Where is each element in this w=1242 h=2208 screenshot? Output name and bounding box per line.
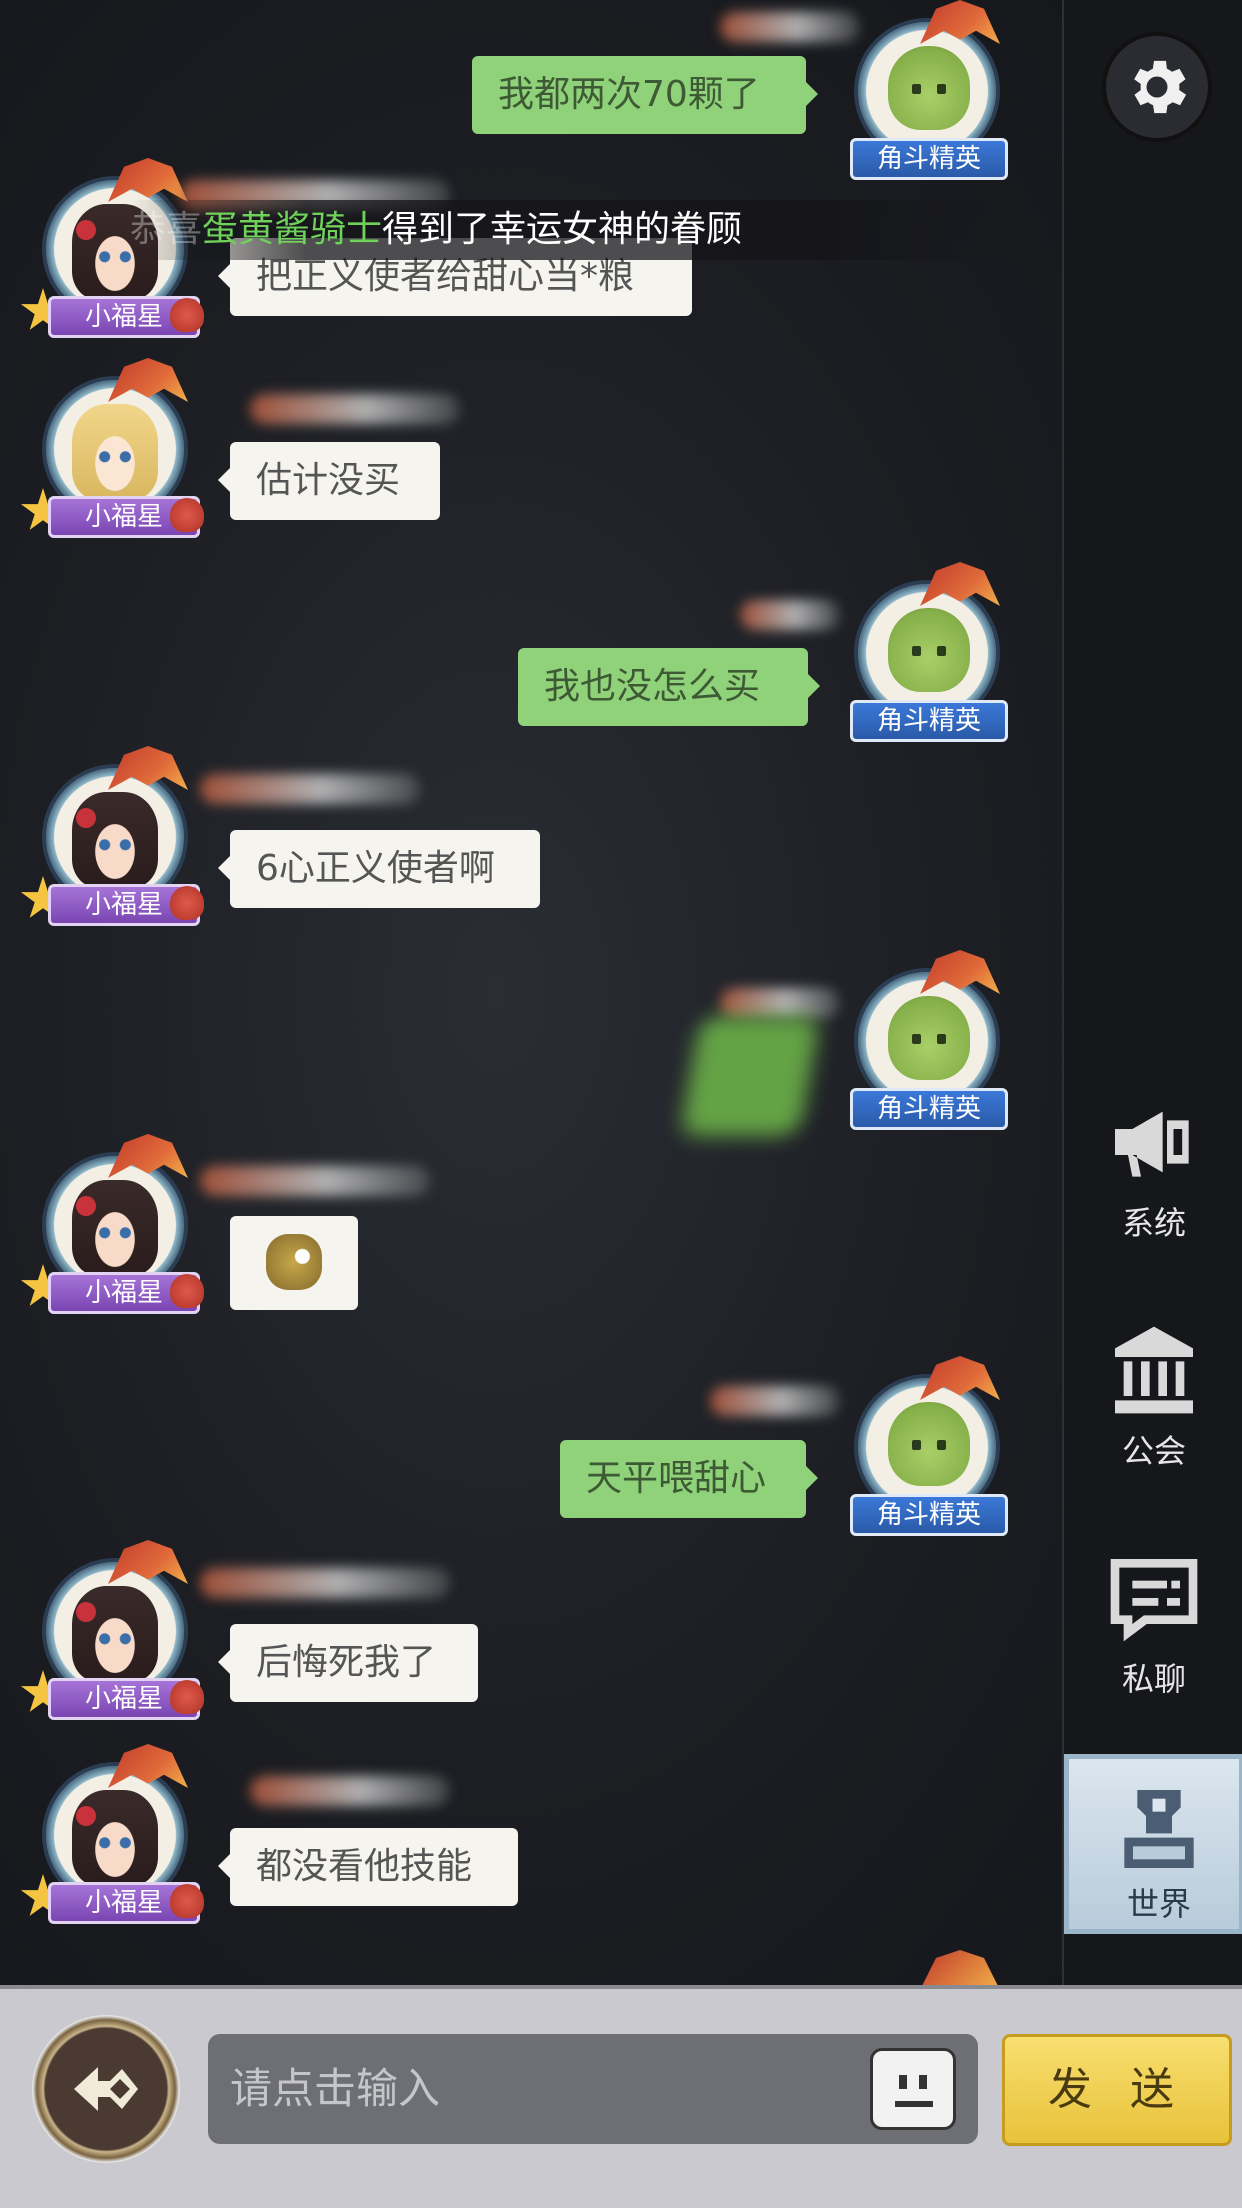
banner-player-name[interactable]: 蛋黄酱骑士 — [202, 209, 382, 250]
player-name-blurred — [720, 988, 840, 1018]
flower-icon — [76, 1806, 96, 1826]
ribbon-icon — [108, 358, 188, 402]
chat-bubble: 我也没怎么买 — [518, 648, 820, 726]
ribbon-icon — [920, 1950, 1000, 1985]
crab-icon — [170, 1680, 204, 1714]
smiley-face-icon — [895, 2101, 933, 2107]
rank-badge: 角斗精英 — [850, 1494, 1008, 1536]
girl-avatar-icon — [72, 1790, 158, 1886]
message-left: 小福星 — [20, 358, 230, 548]
message-left: 小福星 — [20, 746, 230, 936]
gear-icon — [1134, 60, 1187, 114]
tab-private-chat[interactable]: 私聊 — [1064, 1546, 1242, 1726]
message-right: 角斗精英 — [832, 950, 1062, 1140]
critter-sticker-icon — [266, 1234, 322, 1290]
avatar[interactable]: 小福星 — [20, 358, 210, 548]
avatar[interactable]: 角斗精英 — [832, 562, 1022, 752]
flower-icon — [76, 808, 96, 828]
rank-badge: 角斗精英 — [850, 138, 1008, 180]
sticker-message — [230, 1216, 358, 1310]
crab-icon — [170, 298, 204, 332]
world-tower-icon — [1124, 1790, 1194, 1868]
avatar[interactable]: 角斗精英 — [832, 950, 1022, 1140]
banner-message: 得到了幸运女神的眷顾 — [382, 209, 743, 250]
flower-icon — [76, 220, 96, 240]
player-name-blurred — [250, 1776, 450, 1806]
guild-hall-icon — [1115, 1326, 1193, 1414]
back-button[interactable] — [32, 2015, 180, 2163]
rank-badge: 角斗精英 — [850, 1088, 1008, 1130]
avatar[interactable]: 角斗精英 — [832, 0, 1022, 190]
settings-button[interactable] — [1102, 32, 1212, 142]
girl-avatar-icon — [72, 792, 158, 888]
tab-world[interactable]: 世界 — [1064, 1754, 1242, 1934]
chat-bubble: 天平喂甜心 — [560, 1440, 818, 1518]
flower-icon — [76, 1196, 96, 1216]
tab-label: 世界 — [1126, 1885, 1191, 1923]
input-bar: 请点击输入 发 送 — [0, 1985, 1242, 2208]
avatar[interactable]: 小福星 — [20, 1134, 210, 1324]
flower-icon — [76, 1602, 96, 1622]
player-name-blurred — [740, 600, 840, 630]
message-left: 小福星 — [20, 1744, 230, 1934]
back-arrow-icon — [74, 2067, 138, 2111]
avatar[interactable]: 小福星 — [20, 1540, 210, 1730]
rank-badge: 角斗精英 — [850, 700, 1008, 742]
system-announcement: 恭喜蛋黄酱骑士得到了幸运女神的眷顾 — [130, 200, 1010, 260]
player-name-blurred — [720, 12, 860, 42]
chat-bubble: 后悔死我了 — [218, 1624, 478, 1702]
slime-avatar-icon — [888, 46, 970, 130]
banner-prefix: 恭喜 — [130, 209, 203, 250]
slime-avatar-icon — [888, 1402, 970, 1486]
player-name-blurred — [200, 1568, 450, 1598]
message-left: 小福星 — [20, 1540, 230, 1730]
player-name-blurred — [710, 1386, 840, 1416]
avatar[interactable]: 小福星 — [20, 746, 210, 936]
channel-sidebar: 系统 公会 私聊 世界 — [1062, 0, 1242, 1985]
megaphone-icon — [1115, 1111, 1189, 1177]
girl-avatar-icon — [72, 1586, 158, 1682]
crab-icon — [170, 1274, 204, 1308]
girl-avatar-icon — [72, 1180, 158, 1276]
message-right: 角斗精英 — [832, 1356, 1062, 1546]
slime-avatar-icon — [888, 996, 970, 1080]
chat-bubble-icon — [1110, 1559, 1198, 1642]
ribbon-icon — [108, 158, 188, 202]
player-name-blurred — [250, 394, 460, 424]
tab-system[interactable]: 系统 — [1064, 1090, 1242, 1270]
chat-bubble: 6心正义使者啊 — [218, 830, 540, 908]
chat-bubble: 都没看他技能 — [218, 1828, 518, 1906]
crab-icon — [170, 498, 204, 532]
player-name-blurred — [200, 1166, 430, 1196]
avatar[interactable]: 角斗精英 — [832, 1356, 1022, 1546]
blonde-girl-avatar-icon — [72, 404, 158, 500]
chat-bubble: 估计没买 — [218, 442, 440, 520]
emoji-button[interactable] — [870, 2048, 956, 2130]
message-input[interactable]: 请点击输入 — [208, 2034, 978, 2144]
chat-area[interactable]: 角斗精英 我都两次70颗了 小福星 把正义使者给甜心当*粮 小福星 估计没买 角… — [0, 0, 1062, 1985]
crab-icon — [170, 1884, 204, 1918]
tab-label: 系统 — [1121, 1204, 1186, 1242]
tab-guild[interactable]: 公会 — [1064, 1318, 1242, 1498]
tab-label: 公会 — [1121, 1432, 1186, 1470]
sticker-blurred — [679, 1016, 821, 1136]
message-right: 角斗精英 — [832, 0, 1062, 190]
chat-bubble: 我都两次70颗了 — [472, 56, 818, 134]
message-right: 角斗精英 — [832, 562, 1062, 752]
tab-label: 私聊 — [1121, 1660, 1186, 1698]
slime-avatar-icon — [888, 608, 970, 692]
send-button[interactable]: 发 送 — [1002, 2034, 1232, 2146]
player-name-blurred — [200, 774, 420, 804]
avatar[interactable]: 小福星 — [20, 1744, 210, 1934]
message-left: 小福星 — [20, 1134, 230, 1324]
crab-icon — [170, 886, 204, 920]
